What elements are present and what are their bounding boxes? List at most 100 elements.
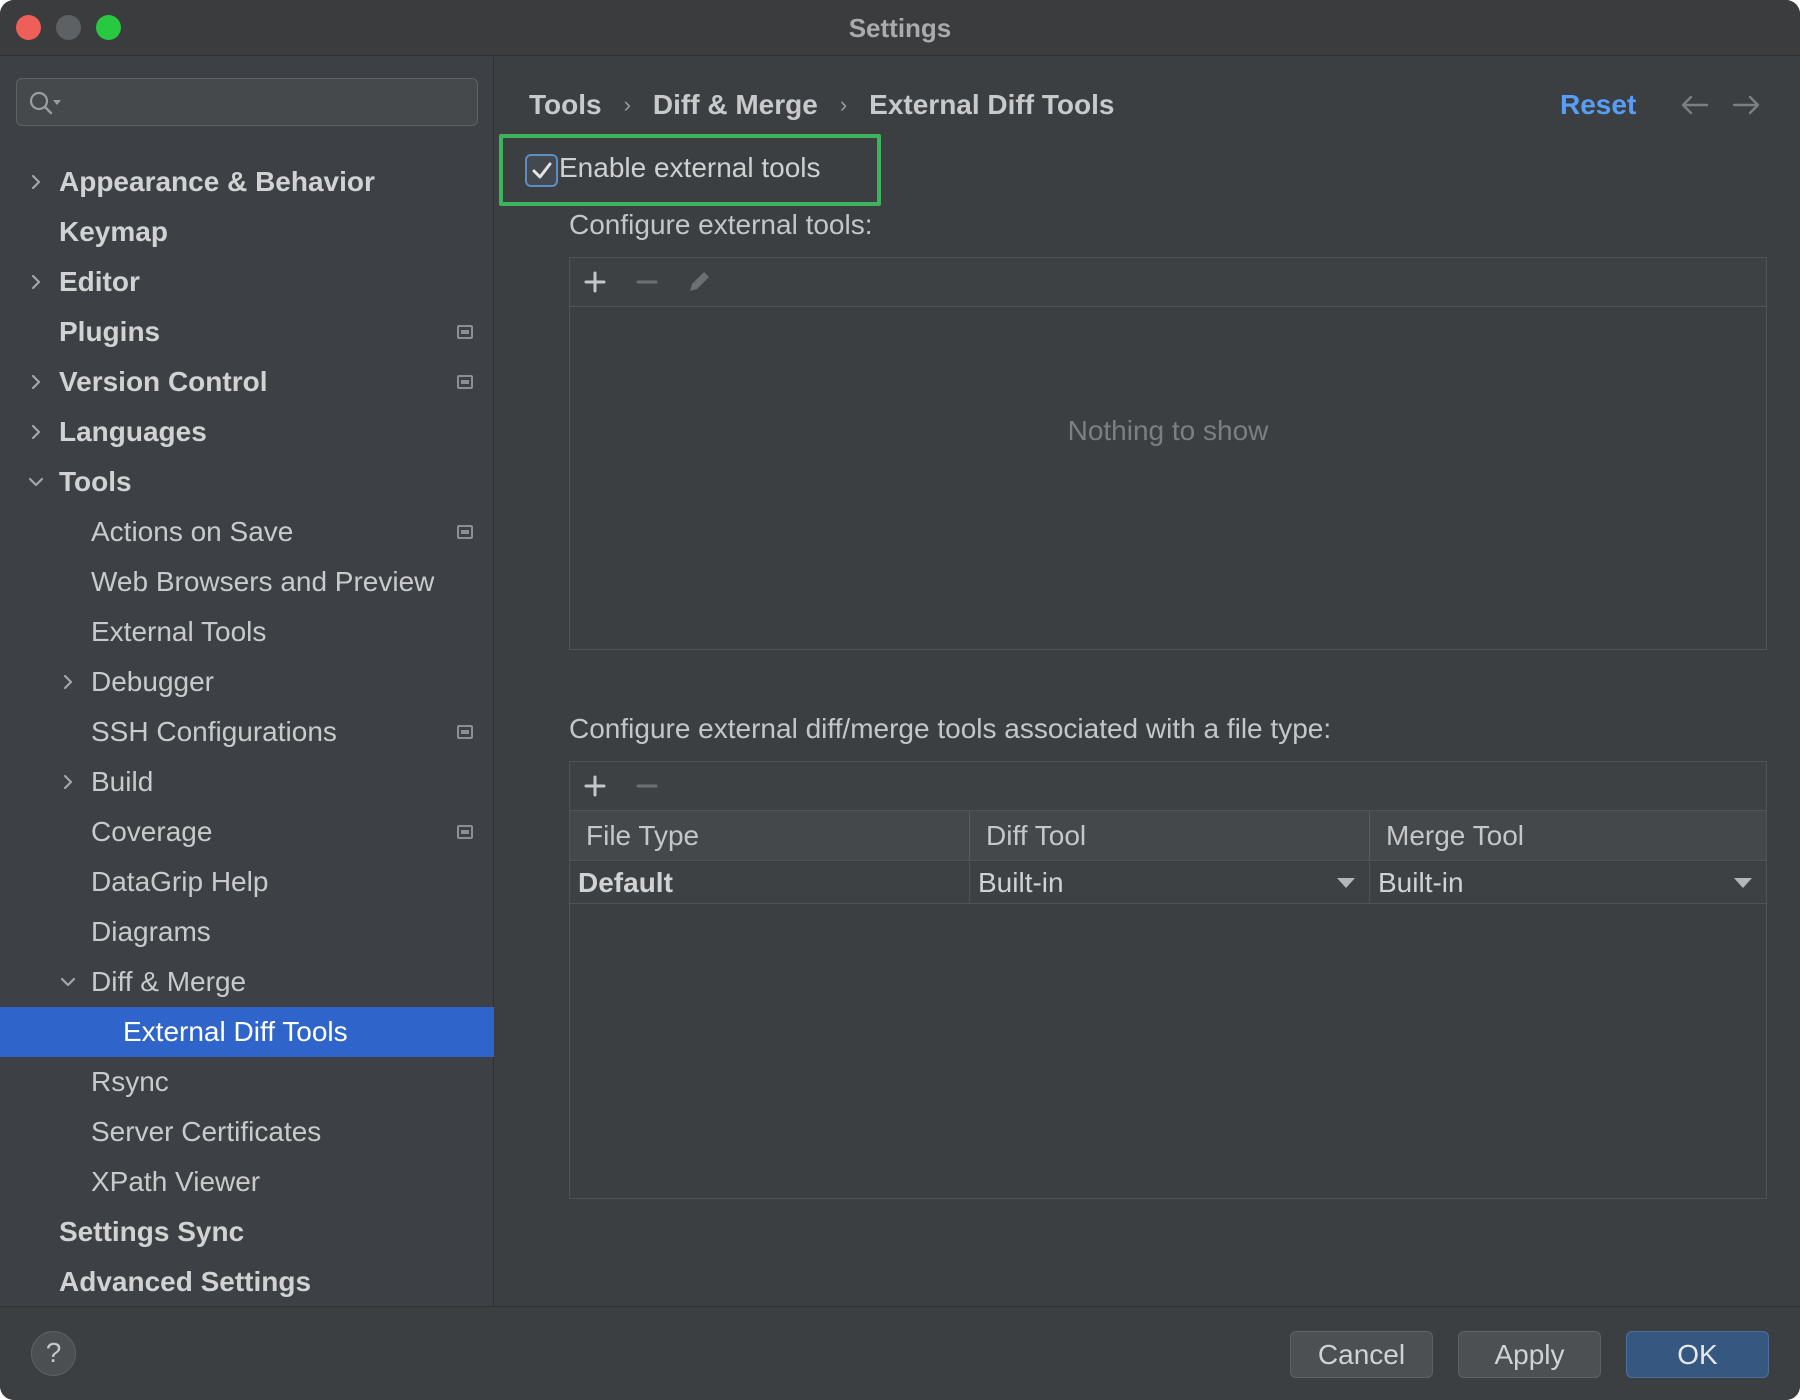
sidebar-item-keymap[interactable]: Keymap	[0, 207, 494, 257]
back-arrow-icon[interactable]	[1678, 89, 1710, 121]
project-level-icon	[457, 725, 473, 739]
sidebar-item-label: Appearance & Behavior	[59, 166, 375, 197]
breadcrumb-item-diff-merge[interactable]: Diff & Merge	[653, 89, 818, 121]
external-tools-panel: Nothing to show	[569, 257, 1767, 650]
sidebar-item-rsync[interactable]: Rsync	[0, 1057, 494, 1107]
sidebar-item-label: Web Browsers and Preview	[91, 566, 435, 597]
sidebar-item-label: Diagrams	[91, 916, 211, 947]
configure-external-tools-label: Configure external tools:	[569, 209, 873, 240]
file-type-cell[interactable]: Default	[570, 862, 970, 904]
breadcrumb-item-external-diff-tools: External Diff Tools	[869, 89, 1115, 120]
sidebar-item-appearance-behavior[interactable]: Appearance & Behavior	[0, 157, 494, 207]
project-level-icon	[457, 325, 473, 339]
sidebar-item-label: Keymap	[59, 216, 168, 247]
sidebar-item-label: Advanced Settings	[59, 1266, 312, 1297]
sidebar-item-plugins[interactable]: Plugins	[0, 307, 494, 357]
sidebar-item-external-tools[interactable]: External Tools	[0, 607, 494, 657]
checkmark-icon	[532, 162, 551, 178]
remove-file-type-button[interactable]	[633, 772, 661, 800]
remove-tool-button[interactable]	[633, 268, 661, 296]
enable-external-tools-option: Enable external tools	[499, 134, 881, 206]
chevron-right-icon[interactable]	[26, 372, 46, 392]
edit-tool-button[interactable]	[685, 268, 713, 296]
sidebar-item-diff-merge[interactable]: Diff & Merge	[0, 957, 494, 1007]
breadcrumb-item-tools[interactable]: Tools	[529, 89, 602, 121]
sidebar-item-web-browsers-and-preview[interactable]: Web Browsers and Preview	[0, 557, 494, 607]
sidebar-item-label: Server Certificates	[91, 1116, 322, 1147]
sidebar-item-editor[interactable]: Editor	[0, 257, 494, 307]
sidebar-item-label: Debugger	[91, 666, 214, 697]
table-header: File Type Diff Tool Merge Tool	[570, 811, 1766, 861]
sidebar-item-ssh-configurations[interactable]: SSH Configurations	[0, 707, 494, 757]
help-button[interactable]: ?	[31, 1331, 76, 1376]
chevron-right-icon[interactable]	[26, 172, 46, 192]
search-icon	[29, 91, 61, 115]
sidebar-item-xpath-viewer[interactable]: XPath Viewer	[0, 1157, 494, 1207]
sidebar-item-languages[interactable]: Languages	[0, 407, 494, 457]
chevron-down-icon[interactable]	[26, 472, 46, 492]
sidebar-item-settings-sync[interactable]: Settings Sync	[0, 1207, 494, 1257]
merge-tool-value: Built-in	[1378, 867, 1464, 898]
diff-tool-select[interactable]: Built-in	[970, 862, 1370, 904]
project-level-icon	[457, 525, 473, 539]
add-file-type-button[interactable]	[581, 772, 609, 800]
column-header-file-type[interactable]: File Type	[570, 811, 970, 861]
sidebar-item-external-diff-tools[interactable]: External Diff Tools	[0, 1007, 494, 1057]
sidebar-item-datagrip-help[interactable]: DataGrip Help	[0, 857, 494, 907]
file-type-tools-panel: File Type Diff Tool Merge Tool Default B…	[569, 761, 1767, 1199]
sidebar-item-label: Actions on Save	[91, 516, 294, 547]
table-row[interactable]: Default Built-in Built-in	[570, 862, 1766, 904]
dropdown-arrow-icon	[1734, 878, 1752, 888]
enable-external-tools-checkbox[interactable]	[525, 154, 558, 187]
merge-tool-select[interactable]: Built-in	[1370, 862, 1766, 904]
configure-file-type-tools-label: Configure external diff/merge tools asso…	[569, 713, 1332, 744]
file-type-tools-toolbar	[570, 762, 1766, 811]
empty-state-text: Nothing to show	[1067, 415, 1269, 446]
sidebar-item-label: Languages	[59, 416, 207, 447]
sidebar-item-label: Version Control	[59, 366, 268, 397]
chevron-right-icon[interactable]	[58, 672, 78, 692]
sidebar-item-build[interactable]: Build	[0, 757, 494, 807]
settings-content: Tools › Diff & Merge › External Diff Too…	[495, 57, 1800, 1307]
settings-window: Settings Appearance & Behavior Keymap Edit…	[0, 0, 1800, 1400]
enable-external-tools-label[interactable]: Enable external tools	[559, 152, 821, 184]
chevron-right-icon: ›	[623, 92, 631, 117]
sidebar-item-label: Plugins	[59, 316, 161, 347]
sidebar-item-label: Editor	[59, 266, 140, 297]
reset-link[interactable]: Reset	[1560, 85, 1636, 125]
column-header-merge-tool[interactable]: Merge Tool	[1370, 811, 1766, 861]
pencil-icon	[690, 272, 709, 291]
add-tool-button[interactable]	[581, 268, 609, 296]
sidebar-item-label: Diff & Merge	[91, 966, 247, 997]
sidebar-item-label: External Diff Tools	[123, 1016, 348, 1047]
sidebar-item-server-certificates[interactable]: Server Certificates	[0, 1107, 494, 1157]
sidebar-item-actions-on-save[interactable]: Actions on Save	[0, 507, 494, 557]
chevron-down-icon[interactable]	[58, 972, 78, 992]
search-input[interactable]	[16, 78, 478, 126]
sidebar-item-label: Build	[91, 766, 154, 797]
plus-icon	[584, 271, 606, 293]
sidebar-item-diagrams[interactable]: Diagrams	[0, 907, 494, 957]
sidebar-item-label: SSH Configurations	[91, 716, 337, 747]
sidebar-item-coverage[interactable]: Coverage	[0, 807, 494, 857]
cancel-button[interactable]: Cancel	[1290, 1331, 1433, 1378]
sidebar-item-label: Tools	[59, 466, 132, 497]
plus-icon	[584, 775, 606, 797]
diff-tool-value: Built-in	[978, 867, 1064, 898]
column-header-diff-tool[interactable]: Diff Tool	[970, 811, 1370, 861]
apply-button[interactable]: Apply	[1458, 1331, 1601, 1378]
sidebar-item-debugger[interactable]: Debugger	[0, 657, 494, 707]
dropdown-arrow-icon	[1337, 878, 1355, 888]
external-tools-toolbar	[570, 258, 1766, 307]
sidebar-item-version-control[interactable]: Version Control	[0, 357, 494, 407]
ok-button[interactable]: OK	[1626, 1331, 1769, 1378]
sidebar-item-label: External Tools	[91, 616, 267, 647]
forward-arrow-icon[interactable]	[1731, 89, 1763, 121]
dialog-footer: ? Cancel Apply OK	[0, 1306, 1800, 1400]
chevron-right-icon[interactable]	[58, 772, 78, 792]
sidebar-item-advanced-settings[interactable]: Advanced Settings	[0, 1257, 494, 1307]
chevron-right-icon: ›	[839, 92, 848, 117]
sidebar-item-tools[interactable]: Tools	[0, 457, 494, 507]
chevron-right-icon[interactable]	[26, 422, 46, 442]
chevron-right-icon[interactable]	[26, 272, 46, 292]
